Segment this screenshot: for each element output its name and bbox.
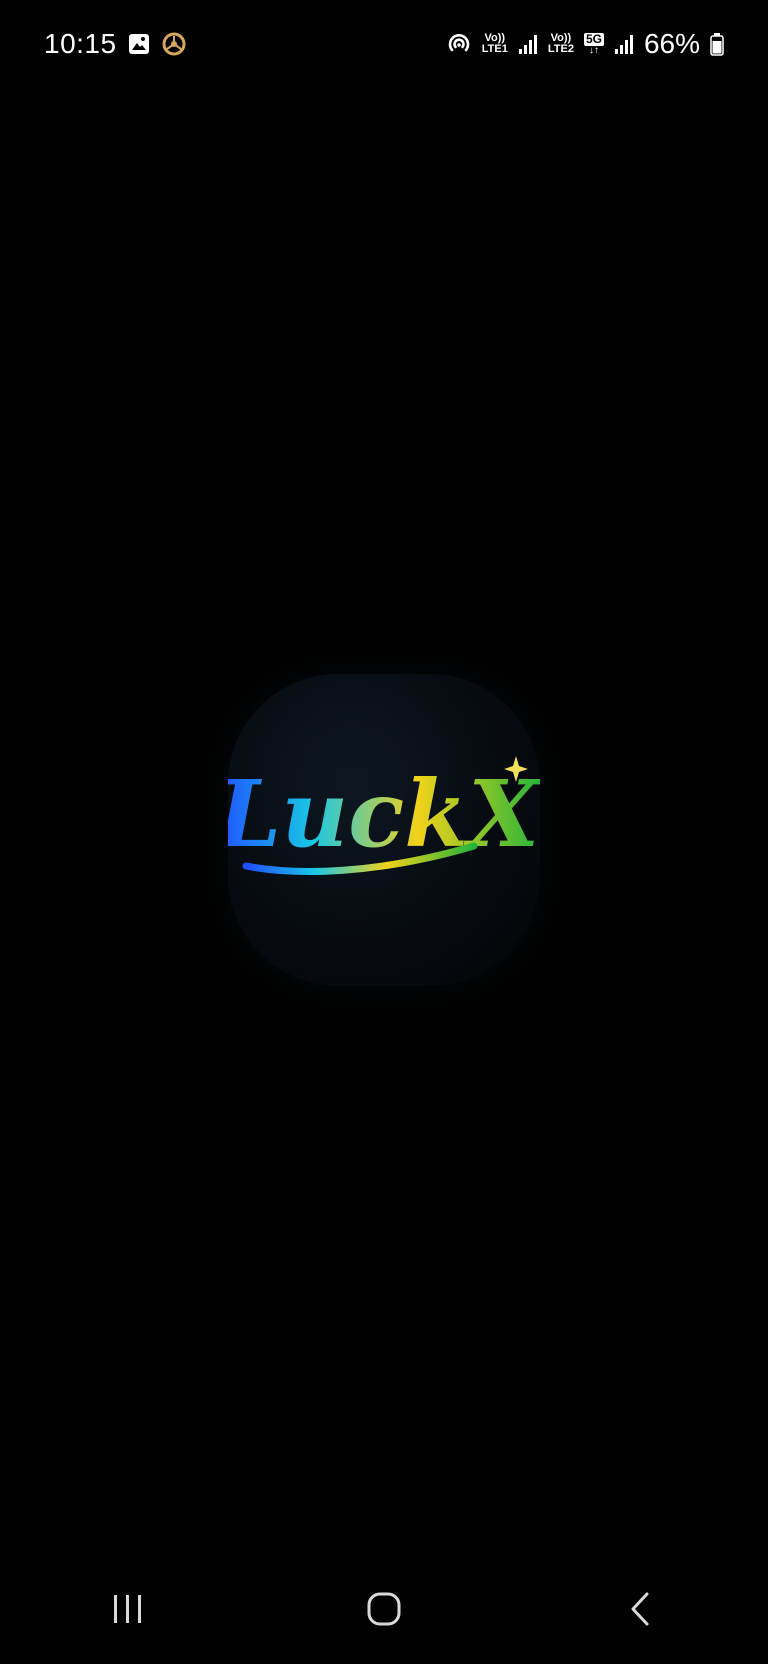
splash-screen: 10:15 Vo)) LTE1 Vo)) LTE2 5G ↓↑ 66% Luck…	[0, 0, 768, 1664]
network-type: 5G ↓↑	[583, 31, 604, 56]
battery-icon	[710, 32, 724, 56]
navigation-bar	[0, 1554, 768, 1664]
network-type-label: 5G	[583, 31, 604, 46]
battery-percent: 66%	[643, 28, 700, 59]
home-icon	[367, 1592, 401, 1626]
status-bar: 10:15 Vo)) LTE1 Vo)) LTE2 5G ↓↑ 66%	[0, 0, 768, 88]
status-time: 10:15	[44, 28, 117, 59]
data-arrows: ↓↑	[588, 44, 599, 56]
back-icon	[631, 1592, 649, 1626]
sim1-label: Vo)) LTE1	[482, 33, 508, 55]
signal-icon	[518, 33, 538, 55]
status-right: Vo)) LTE1 Vo)) LTE2 5G ↓↑ 66%	[446, 28, 724, 60]
status-left: 10:15	[44, 28, 187, 60]
signal-icon	[614, 33, 634, 55]
sim2-network: LTE2	[547, 43, 574, 55]
hotspot-icon	[446, 31, 472, 57]
recent-apps-button[interactable]	[68, 1569, 188, 1649]
luckx-logo-graphic: LuckX	[228, 756, 540, 875]
logo-text: LuckX	[228, 760, 540, 868]
home-button[interactable]	[324, 1569, 444, 1649]
recent-apps-icon	[114, 1595, 141, 1623]
app-logo: LuckX	[228, 674, 540, 986]
ring-app-icon	[161, 31, 187, 57]
sim2-label: Vo)) LTE2	[548, 33, 574, 55]
sim1-network: LTE1	[481, 43, 508, 55]
back-button[interactable]	[580, 1569, 700, 1649]
gallery-icon	[127, 32, 151, 56]
